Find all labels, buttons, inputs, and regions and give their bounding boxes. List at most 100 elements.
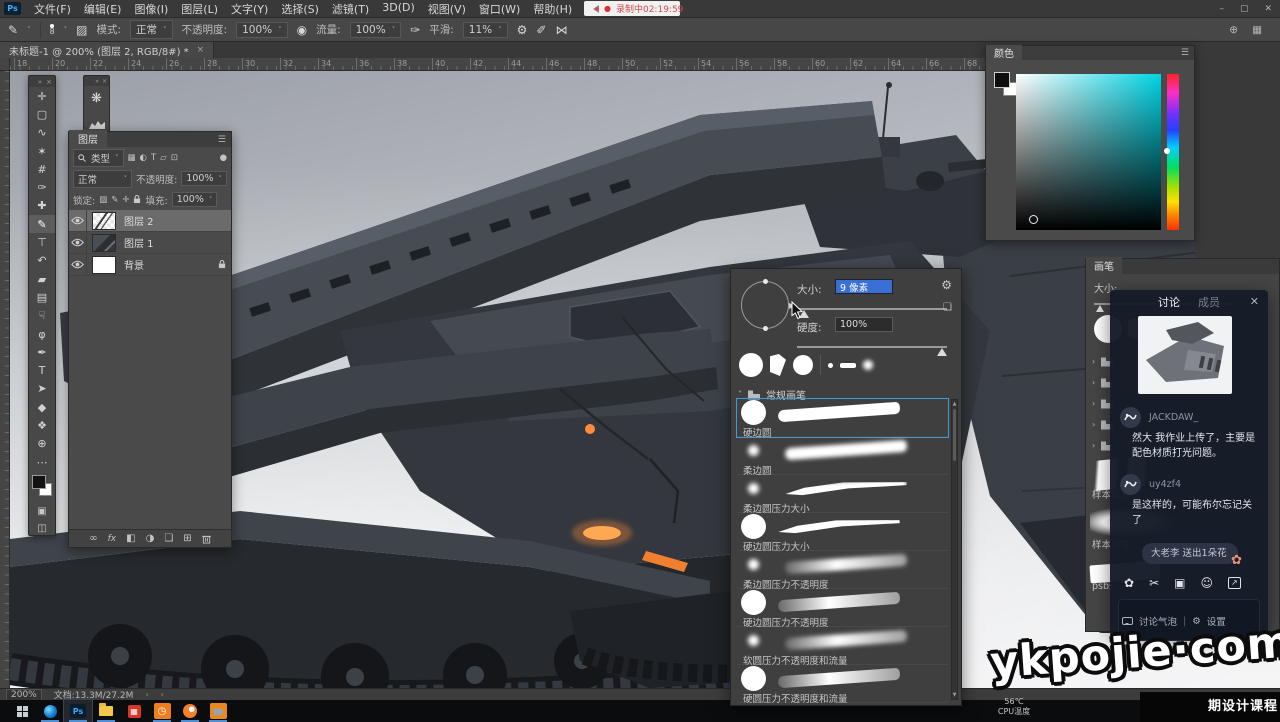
share-icon[interactable]: ↗	[1228, 577, 1241, 589]
tool-button[interactable]: ✛	[29, 87, 55, 105]
layers-tab[interactable]: 图层	[69, 130, 107, 147]
foreground-color-swatch[interactable]	[994, 72, 1010, 88]
brush-preset[interactable]: 硬圆压力不透明度和流量	[737, 665, 948, 703]
chat-username[interactable]: uy4zf4	[1149, 479, 1181, 490]
saturation-brightness-field[interactable]	[1016, 74, 1161, 230]
scissors-icon[interactable]: ✂	[1149, 576, 1159, 590]
layer-style-icon[interactable]: fx	[108, 534, 117, 544]
hue-slider[interactable]	[1167, 74, 1179, 230]
link-layers-icon[interactable]: ∞	[89, 533, 97, 544]
pressure-opacity-icon[interactable]: ◉	[297, 23, 307, 37]
quick-mask-button[interactable]: ▣	[29, 503, 55, 520]
brush-preset[interactable]: 柔边圆压力大小	[737, 475, 948, 513]
brush-preset[interactable]: 软圆压力不透明度和流量	[737, 627, 948, 665]
layer-thumbnail[interactable]	[92, 212, 116, 230]
taskbar-edge[interactable]	[36, 700, 64, 722]
hardness-input[interactable]: 100%	[835, 317, 893, 332]
menu-item[interactable]: 3D(D)	[382, 1, 415, 17]
new-preset-icon[interactable]: ❏	[943, 302, 952, 313]
layer-row[interactable]: 图层 2	[69, 210, 231, 232]
tab-discussion[interactable]: 讨论	[1158, 294, 1180, 310]
avatar[interactable]	[1120, 407, 1141, 428]
tool-button[interactable]: ⊤	[29, 233, 55, 251]
menu-item[interactable]: 编辑(E)	[84, 1, 122, 17]
visibility-toggle[interactable]	[69, 232, 87, 253]
brush-preset-picker[interactable]: 8	[50, 24, 55, 35]
scroll-down-icon[interactable]: ▼	[952, 692, 957, 698]
taskbar-blender[interactable]	[176, 700, 204, 722]
adjustment-layer-icon[interactable]: ◑	[146, 533, 155, 544]
layer-filter-select[interactable]: 类型˅	[73, 149, 124, 167]
brushes-tab[interactable]: 画笔	[1086, 257, 1122, 274]
recent-brush-chisel[interactable]	[770, 354, 786, 376]
menu-item[interactable]: 文字(Y)	[231, 1, 268, 17]
scrollbar-thumb[interactable]	[953, 409, 956, 461]
tool-button[interactable]: ▤	[29, 288, 55, 306]
maximize-button[interactable]: ▢	[1240, 4, 1249, 14]
menu-item[interactable]: 帮助(H)	[533, 1, 572, 17]
airbrush-icon[interactable]: ✑	[410, 23, 420, 37]
symmetry-icon[interactable]: ⋈	[555, 23, 567, 37]
lock-all-icon[interactable]	[133, 195, 141, 204]
layer-group-icon[interactable]: ❏	[164, 533, 173, 544]
tool-button[interactable]: ➤	[29, 380, 55, 398]
flow-select[interactable]: 100%˅	[350, 22, 402, 38]
tool-button[interactable]: ⋯	[29, 453, 55, 471]
brush-preset[interactable]: 柔边圆压力不透明度	[737, 551, 948, 589]
document-tab[interactable]: 未标题-1 @ 200% (图层 2, RGB/8#) * ×	[0, 42, 214, 58]
brush-preset[interactable]: 硬边圆压力大小	[737, 513, 948, 551]
lock-position-icon[interactable]: ✛	[122, 195, 129, 205]
gear-icon[interactable]: ⚙	[941, 278, 952, 292]
tool-button[interactable]: ❖	[29, 416, 55, 434]
close-icon[interactable]: ×	[102, 78, 107, 85]
hue-marker[interactable]	[1164, 148, 1170, 154]
taskbar-photoshop[interactable]: Ps	[64, 700, 92, 722]
scrollbar[interactable]: ▲ ▼	[951, 399, 958, 700]
tool-button[interactable]: φ	[29, 325, 55, 343]
tool-button[interactable]: #	[29, 160, 55, 178]
screen-mode-button[interactable]: ◫	[29, 520, 55, 537]
gift-flower-icon[interactable]: ✿	[1124, 576, 1134, 590]
recent-brush-dot[interactable]	[828, 363, 833, 368]
shared-image-thumbnail[interactable]	[1138, 316, 1232, 394]
start-button[interactable]	[8, 700, 36, 722]
chevron-left-icon[interactable]: ‹	[161, 690, 164, 699]
menu-item[interactable]: 视图(V)	[428, 1, 466, 17]
layer-opacity-select[interactable]: 100%˅	[181, 171, 227, 186]
brush-preset[interactable]: 柔边圆	[737, 437, 948, 475]
filter-shape-icon[interactable]: ▱	[160, 153, 167, 163]
lock-transparency-icon[interactable]: ▨	[99, 195, 107, 205]
brush-preset[interactable]: 硬边圆压力不透明度	[737, 589, 948, 627]
hardness-slider[interactable]	[797, 346, 947, 348]
chat-username[interactable]: JACKDAW_	[1149, 412, 1198, 423]
layer-row[interactable]: 图层 1	[69, 232, 231, 254]
workspace-icon[interactable]: ▦	[1252, 24, 1262, 36]
gear-icon[interactable]: ⚙	[517, 23, 528, 37]
filter-pixel-icon[interactable]: ▦	[128, 153, 136, 163]
new-layer-icon[interactable]: ⊞	[183, 533, 191, 544]
menu-item[interactable]: 窗口(W)	[479, 1, 520, 17]
panel-menu-icon[interactable]: ☰	[1181, 48, 1189, 58]
blend-mode-select[interactable]: 正常˅	[73, 170, 132, 188]
brush-angle-control[interactable]: ▶	[741, 281, 789, 329]
tool-button[interactable]: ⊕	[29, 435, 55, 453]
opacity-select[interactable]: 100%˅	[236, 22, 288, 38]
recent-brush-flat[interactable]	[840, 363, 856, 368]
tool-button[interactable]: T	[29, 361, 55, 379]
filter-smart-object-icon[interactable]: ⊡	[171, 153, 178, 163]
search-icon[interactable]: ⊕	[1229, 24, 1238, 36]
emoji-icon[interactable]: ☺	[1200, 576, 1213, 590]
brush-preset[interactable]: 硬边圆	[737, 399, 948, 437]
smoothing-select[interactable]: 11%˅	[463, 22, 508, 38]
tool-button[interactable]: ↶	[29, 252, 55, 270]
layer-thumbnail[interactable]	[92, 234, 116, 252]
menu-item[interactable]: 图像(I)	[134, 1, 168, 17]
delete-layer-icon[interactable]	[202, 534, 211, 544]
visibility-toggle[interactable]	[69, 254, 87, 275]
menu-item[interactable]: 滤镜(T)	[332, 1, 369, 17]
image-icon[interactable]: ▣	[1174, 576, 1185, 590]
tool-button[interactable]: ✚	[29, 197, 55, 215]
visibility-toggle[interactable]	[69, 210, 87, 231]
recent-brush-round[interactable]	[793, 355, 813, 375]
taskbar-app-orange[interactable]	[204, 700, 232, 722]
